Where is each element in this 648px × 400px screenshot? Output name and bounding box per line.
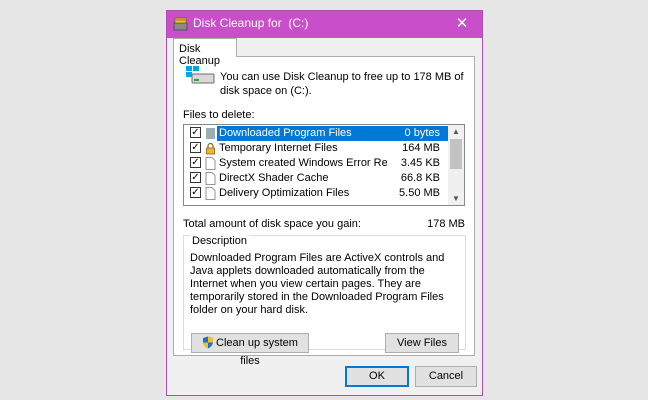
file-icon	[205, 187, 216, 200]
scroll-thumb[interactable]	[450, 139, 462, 169]
file-size: 5.50 MB	[399, 187, 440, 199]
checkbox[interactable]: ✓	[190, 157, 201, 168]
scroll-up-icon[interactable]: ▲	[448, 125, 464, 138]
disk-cleanup-panel: You can use Disk Cleanup to free up to 1…	[173, 56, 475, 367]
description-legend: Description	[190, 235, 250, 247]
file-name: DirectX Shader Cache	[219, 172, 329, 184]
file-name: Temporary Internet Files	[219, 142, 338, 154]
file-icon	[205, 172, 216, 185]
lock-icon	[206, 142, 215, 155]
clean-up-system-files-button[interactable]: Clean up system files	[191, 333, 309, 367]
clean-up-button-label: Clean up system files	[216, 337, 298, 367]
file-name: System created Windows Error Reporti...	[219, 157, 387, 169]
file-name: Delivery Optimization Files	[219, 187, 350, 199]
cancel-button[interactable]: Cancel	[415, 366, 477, 387]
files-to-delete-label: Files to delete:	[183, 109, 255, 121]
total-space-value: 178 MB	[427, 218, 465, 230]
scroll-down-icon[interactable]: ▼	[448, 192, 464, 205]
files-listbox[interactable]: ✓ Downloaded Program Files 0 bytes ✓ Tem…	[183, 124, 465, 206]
file-size: 3.45 KB	[400, 157, 440, 169]
close-icon[interactable]: ✕	[442, 11, 482, 38]
tab-disk-cleanup[interactable]: Disk Cleanup	[173, 38, 237, 67]
window-title: Disk Cleanup for (C:)	[193, 16, 309, 30]
total-space-label: Total amount of disk space you gain:	[183, 218, 361, 230]
view-files-button[interactable]: View Files	[385, 333, 459, 353]
file-size: 164 MB	[402, 142, 440, 154]
file-name: Downloaded Program Files	[219, 127, 352, 139]
list-item-delivery-optimization-files[interactable]: ✓ Delivery Optimization Files 5.50 MB	[185, 186, 448, 201]
disk-cleanup-window: Disk Cleanup for (C:) ✕ Disk Cleanup You…	[166, 10, 483, 396]
file-size: 0 bytes	[404, 127, 440, 139]
shield-icon	[203, 336, 214, 349]
file-size: 66.8 KB	[400, 172, 440, 184]
list-item-temporary-internet-files[interactable]: ✓ Temporary Internet Files 164 MB	[185, 141, 448, 156]
drive-icon	[186, 66, 215, 84]
file-icon	[205, 157, 216, 170]
listbox-scrollbar[interactable]: ▲ ▼	[448, 125, 464, 205]
title-bar[interactable]: Disk Cleanup for (C:) ✕	[167, 11, 482, 38]
checkbox[interactable]: ✓	[190, 187, 201, 198]
ok-button[interactable]: OK	[345, 366, 409, 387]
intro-text: You can use Disk Cleanup to free up to 1…	[220, 71, 464, 97]
checkbox[interactable]: ✓	[190, 127, 201, 138]
checkbox[interactable]: ✓	[190, 142, 201, 153]
list-item-downloaded-program-files[interactable]: ✓ Downloaded Program Files 0 bytes	[185, 126, 448, 141]
description-text: Downloaded Program Files are ActiveX con…	[190, 252, 445, 316]
folder-icon	[206, 128, 215, 139]
disk-cleanup-app-icon	[173, 17, 188, 31]
list-item-directx-shader-cache[interactable]: ✓ DirectX Shader Cache 66.8 KB	[185, 171, 448, 186]
list-item-error-reports[interactable]: ✓ System created Windows Error Reporti..…	[185, 156, 448, 171]
checkbox[interactable]: ✓	[190, 172, 201, 183]
